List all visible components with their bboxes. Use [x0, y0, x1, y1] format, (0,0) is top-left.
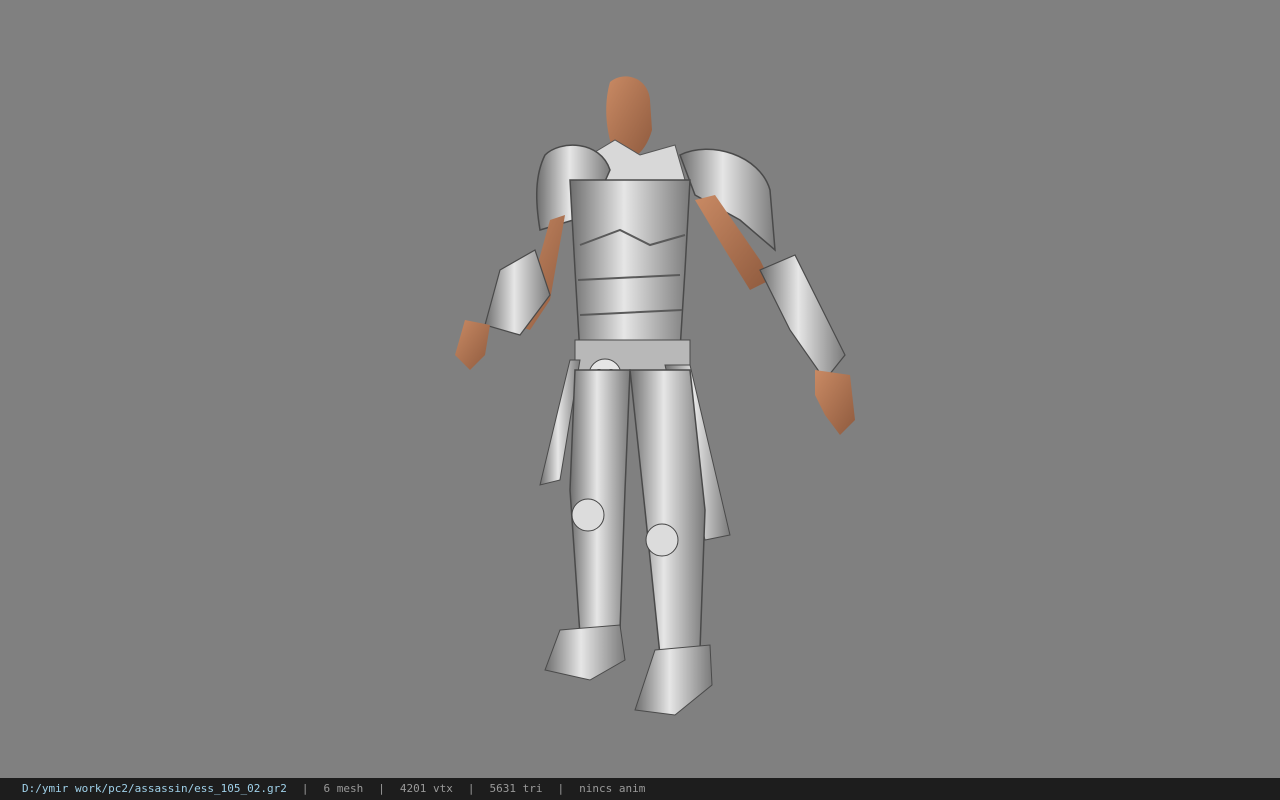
character-model [455, 76, 855, 716]
mesh-count: 6 mesh [323, 782, 364, 795]
status-bar: D:/ymir work/pc2/assassin/ess_105_02.gr2… [0, 778, 1280, 800]
animation-info: nincs anim [579, 782, 646, 795]
vertex-count: 4201 vtx [399, 782, 453, 795]
file-path: D:/ymir work/pc2/assassin/ess_105_02.gr2 [22, 782, 287, 795]
separator: | [378, 782, 385, 795]
triangle-count: 5631 tri [489, 782, 543, 795]
separator: | [467, 782, 475, 795]
separator: | [557, 782, 565, 795]
3d-viewport[interactable] [0, 0, 1280, 778]
separator: | [301, 782, 309, 795]
